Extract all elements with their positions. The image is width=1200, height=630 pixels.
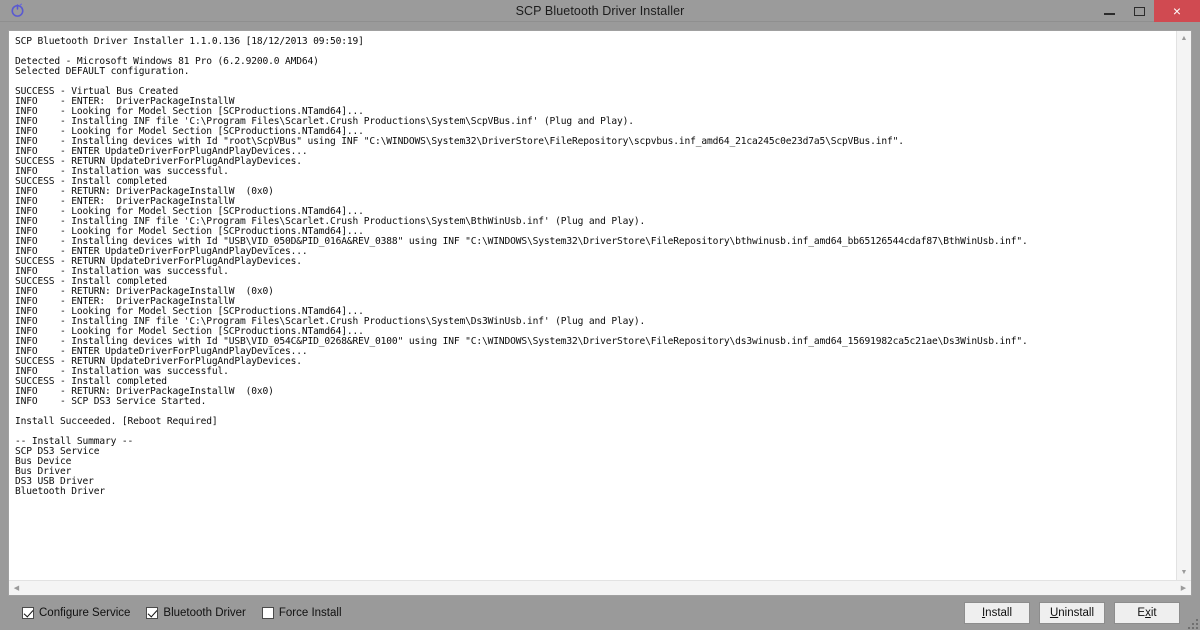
install-button[interactable]: Install xyxy=(964,602,1030,624)
checkbox-label: Configure Service xyxy=(39,607,131,619)
close-button[interactable]: × xyxy=(1154,0,1200,22)
action-buttons: Install Uninstall Ex it xyxy=(964,602,1180,624)
window-title: SCP Bluetooth Driver Installer xyxy=(515,3,685,18)
log-output-panel: SCP Bluetooth Driver Installer 1.1.0.136… xyxy=(8,30,1192,596)
scroll-up-icon[interactable]: ▲ xyxy=(1177,31,1192,46)
checkmark-icon[interactable] xyxy=(22,607,34,619)
resize-grip[interactable] xyxy=(1186,617,1198,629)
checkmark-icon[interactable] xyxy=(146,607,159,619)
log-line: DS3 USB Driver xyxy=(15,476,94,487)
log-line: SCP DS3 Service xyxy=(15,446,100,457)
log-line: SCP Bluetooth Driver Installer 1.1.0.136… xyxy=(15,36,364,47)
scroll-left-icon[interactable]: ◀ xyxy=(9,581,24,596)
application-window: SCP Bluetooth Driver Installer × SCP Blu… xyxy=(0,0,1200,630)
button-label-post: it xyxy=(1150,607,1157,619)
log-line: INFO - Installation was successful. xyxy=(15,266,229,277)
empty-checkbox-icon[interactable] xyxy=(261,607,274,619)
checkbox-label: Force Install xyxy=(278,607,342,619)
checkbox-label: Bluetooth Driver xyxy=(163,607,246,619)
uninstall-button[interactable]: Uninstall xyxy=(1039,602,1105,624)
maximize-button[interactable] xyxy=(1124,0,1154,22)
log-line: Bluetooth Driver xyxy=(15,486,106,497)
checkbox-force-install[interactable]: Force Install xyxy=(261,607,342,619)
minimize-icon xyxy=(1103,12,1115,15)
log-body: SCP Bluetooth Driver Installer 1.1.0.136… xyxy=(9,31,1191,580)
button-label-post: ninstall xyxy=(1058,607,1095,619)
button-label-post: nstall xyxy=(985,607,1013,619)
window-controls: × xyxy=(1094,0,1200,22)
log-line: Install Succeeded. [Reboot Required] xyxy=(15,416,218,427)
exit-button[interactable]: Ex it xyxy=(1114,602,1180,624)
log-text-area[interactable]: SCP Bluetooth Driver Installer 1.1.0.136… xyxy=(9,31,1176,580)
vertical-scrollbar[interactable]: ▲ ▼ xyxy=(1176,31,1191,580)
log-line: Bus Driver xyxy=(15,466,72,477)
close-icon: × xyxy=(1172,3,1182,19)
log-line: INFO - SCP DS3 Service Started. xyxy=(15,396,207,407)
scroll-down-icon[interactable]: ▼ xyxy=(1177,565,1192,580)
horizontal-scrollbar[interactable]: ◀ ▶ xyxy=(9,580,1191,595)
client-area: SCP Bluetooth Driver Installer 1.1.0.136… xyxy=(0,22,1200,630)
title-bar[interactable]: SCP Bluetooth Driver Installer × xyxy=(0,0,1200,22)
options-group: Configure Service Bluetooth Driver Force I… xyxy=(22,607,342,619)
button-mnemonic: U xyxy=(1049,607,1059,619)
checkbox-configure-service[interactable]: Configure Service xyxy=(22,607,130,619)
minimize-button[interactable] xyxy=(1094,0,1124,22)
scroll-right-icon[interactable]: ▶ xyxy=(1176,581,1191,596)
checkbox-bluetooth-driver[interactable]: Bluetooth Driver xyxy=(146,607,246,619)
log-line: Selected DEFAULT configuration. xyxy=(15,66,190,77)
log-line: Detected - Microsoft Windows 81 Pro (6.2… xyxy=(15,56,319,67)
button-label-pre: E xyxy=(1137,607,1146,619)
maximize-icon xyxy=(1133,6,1145,16)
log-line: -- Install Summary -- xyxy=(15,436,134,447)
bottom-toolbar: Configure Service Bluetooth Driver Force I… xyxy=(8,596,1192,630)
log-line: Bus Device xyxy=(15,456,72,467)
log-line: INFO - Installation was successful. xyxy=(15,166,229,177)
log-line: INFO - Installation was successful. xyxy=(15,366,229,377)
scp-circle-icon[interactable] xyxy=(6,0,28,22)
